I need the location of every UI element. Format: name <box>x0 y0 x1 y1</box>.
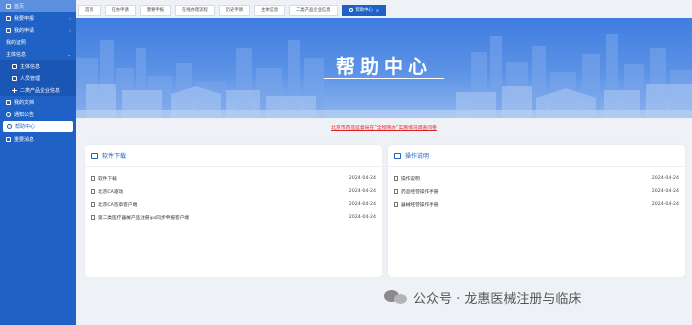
list-item[interactable]: 操作说明 2024-04-24 <box>388 172 685 185</box>
sidebar-item-staff[interactable]: 人员管理 <box>0 72 76 84</box>
sidebar-item-declare[interactable]: 我要申报 › <box>0 12 76 24</box>
tab-bar: 首页 在办申请 我要申报 在线办理流程 历史申请 主体信息 二类产品企业信息 帮… <box>78 4 387 16</box>
panel-title: 软件下载 <box>102 153 127 160</box>
panel-header: 软件下载 <box>85 145 382 167</box>
tab-help-label: 帮助中心 <box>355 8 373 13</box>
sidebar-item-label: 主体信息 <box>20 63 41 70</box>
close-icon[interactable]: × <box>376 8 379 13</box>
file-icon <box>91 202 95 207</box>
sidebar-item-class2-enterprise[interactable]: 二类产品企业信息 <box>0 84 76 96</box>
edit-icon <box>6 15 11 21</box>
sidebar-item-notices[interactable]: 通知公告 <box>0 108 76 120</box>
item-date: 2024-04-24 <box>348 202 376 207</box>
sidebar-item-label: 人员管理 <box>20 75 41 82</box>
banner-title: 帮助中心 <box>335 56 432 78</box>
download-icon <box>91 152 98 159</box>
panel-header: 操作说明 <box>388 145 685 167</box>
list-item[interactable]: 第二类医疗器械产品注册ips同步申报客户端 2024-04-24 <box>85 211 382 224</box>
sidebar-item-label: 我要申报 <box>14 15 35 22</box>
item-date: 2024-04-24 <box>651 202 679 207</box>
item-name: 北京CA驱动 <box>98 189 124 195</box>
item-date: 2024-04-24 <box>651 189 679 194</box>
item-date: 2024-04-24 <box>651 176 679 181</box>
item-name: 北京CA签章客户端 <box>98 202 138 208</box>
sidebar-item-label: 帮助中心 <box>15 124 36 130</box>
watermark: 公众号 · 龙惠医械注册与临床 <box>384 286 581 308</box>
plus-icon <box>12 87 17 93</box>
wechat-icon <box>384 288 408 306</box>
sidebar-item-licenses[interactable]: 我的证照 <box>0 36 76 48</box>
item-name: 药品经营操作手册 <box>401 189 439 195</box>
file-icon <box>394 189 398 194</box>
tab-declare[interactable]: 我要申报 <box>139 4 171 16</box>
list-item[interactable]: 软件下载 2024-04-24 <box>85 172 382 185</box>
sidebar-home[interactable]: 首页 <box>0 0 76 12</box>
tab-class2-enterprise[interactable]: 二类产品企业信息 <box>289 4 338 16</box>
chevron-right-icon: › <box>69 27 71 33</box>
file-icon <box>91 189 95 194</box>
sidebar-item-label: 通知公告 <box>14 111 35 118</box>
file-icon <box>91 215 95 220</box>
user-icon <box>12 75 17 81</box>
building-icon <box>12 63 17 69</box>
list-icon <box>6 27 11 33</box>
item-date: 2024-04-24 <box>348 215 376 220</box>
item-date: 2024-04-24 <box>348 176 376 181</box>
sidebar-home-label: 首页 <box>14 3 25 10</box>
file-icon <box>91 176 95 181</box>
item-name: 操作说明 <box>401 176 420 182</box>
message-icon <box>6 136 11 142</box>
survey-notice-link[interactable]: 北京市药品监督局在“全程网办”实施情况调查问卷 <box>76 124 692 131</box>
panel-title: 操作说明 <box>405 153 430 160</box>
sidebar-item-label: 二类产品企业信息 <box>20 87 61 94</box>
tab-history[interactable]: 历史申请 <box>218 4 250 16</box>
watermark-text: 公众号 · 龙惠医械注册与临床 <box>413 291 582 307</box>
tab-entity-info[interactable]: 主体信息 <box>253 4 286 16</box>
sidebar-item-label: 我的申请 <box>14 27 35 34</box>
sidebar-item-help[interactable]: 帮助中心 <box>3 121 73 132</box>
tab-online-process[interactable]: 在线办理流程 <box>174 4 215 16</box>
document-icon <box>6 99 11 105</box>
chevron-down-icon: ⌄ <box>67 51 71 57</box>
software-download-panel: 软件下载 软件下载 2024-04-24 北京CA驱动 2024-04-24 北… <box>85 145 382 277</box>
sidebar-item-label: 我的文档 <box>14 99 35 106</box>
sidebar-item-label: 主体信息 <box>6 51 27 58</box>
list-item[interactable]: 器械经营操作手册 2024-04-24 <box>388 198 685 211</box>
sidebar-item-entity-group[interactable]: 主体信息 ⌄ <box>0 48 76 60</box>
list-item[interactable]: 北京CA驱动 2024-04-24 <box>85 185 382 198</box>
tab-in-progress[interactable]: 在办申请 <box>104 4 136 16</box>
sidebar-item-messages[interactable]: 重要消息 <box>0 133 76 145</box>
dot-icon <box>348 8 353 12</box>
item-name: 第二类医疗器械产品注册ips同步申报客户端 <box>98 215 190 221</box>
list-item[interactable]: 北京CA签章客户端 2024-04-24 <box>85 198 382 211</box>
operation-manual-panel: 操作说明 操作说明 2024-04-24 药品经营操作手册 2024-04-24… <box>388 145 685 277</box>
manual-icon <box>394 152 401 159</box>
sidebar-item-entity-info[interactable]: 主体信息 <box>0 60 76 72</box>
item-name: 器械经营操作手册 <box>401 202 439 208</box>
help-banner: 帮助中心 <box>76 18 692 118</box>
sidebar-item-label: 重要消息 <box>14 136 35 143</box>
file-icon <box>394 202 398 207</box>
list-item[interactable]: 药品经营操作手册 2024-04-24 <box>388 185 685 198</box>
chevron-right-icon: › <box>69 15 71 21</box>
sidebar-item-applications[interactable]: 我的申请 › <box>0 24 76 36</box>
file-icon <box>394 176 398 181</box>
tab-help-center[interactable]: 帮助中心 × <box>341 4 387 16</box>
help-icon <box>7 124 12 129</box>
item-date: 2024-04-24 <box>348 189 376 194</box>
banner-underline <box>324 78 444 79</box>
tab-home[interactable]: 首页 <box>78 4 101 16</box>
sidebar: 首页 我要申报 › 我的申请 › 我的证照 主体信息 ⌄ 主体信息 人员管理 二… <box>0 0 76 325</box>
home-icon <box>6 3 11 9</box>
item-name: 软件下载 <box>98 176 117 182</box>
bell-icon <box>6 111 11 117</box>
sidebar-item-documents[interactable]: 我的文档 <box>0 96 76 108</box>
sidebar-item-label: 我的证照 <box>6 39 27 46</box>
